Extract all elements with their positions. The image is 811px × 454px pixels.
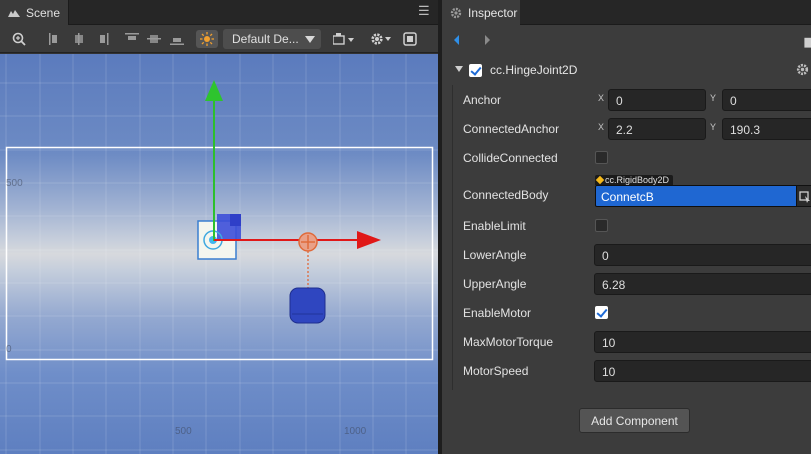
panel-menu-icon[interactable]: ☰: [418, 4, 430, 17]
align-middle-icon: [147, 35, 161, 43]
tab-scene-label: Scene: [26, 5, 61, 20]
scene-viewport[interactable]: 500 0 500 1000: [0, 54, 438, 454]
prop-row-enable-limit: EnableLimit: [453, 211, 811, 240]
connected-anchor-y-tag: Y: [710, 123, 717, 134]
align-bottom-button[interactable]: [169, 30, 185, 48]
align-center-h-icon: [75, 33, 83, 45]
scene-icon: [8, 9, 20, 17]
component-enabled-checkbox[interactable]: [469, 64, 482, 77]
tab-scene[interactable]: Scene: [0, 0, 70, 25]
prop-label-connected-body: ConnectedBody: [463, 188, 549, 202]
anchor-y-input[interactable]: 0: [722, 89, 811, 111]
prop-row-motor-speed: MotorSpeed 10: [453, 356, 811, 385]
prop-row-enable-motor: EnableMotor: [453, 298, 811, 327]
component-type-icon: [595, 175, 605, 185]
inspector-tabbar: Inspector: [442, 0, 811, 25]
collide-connected-checkbox[interactable]: [595, 151, 608, 164]
camera-dropdown[interactable]: Default De...: [223, 29, 321, 49]
camera-icon: [333, 33, 354, 45]
prop-row-max-motor-torque: MaxMotorTorque 10: [453, 327, 811, 356]
align-left-button[interactable]: [48, 30, 64, 48]
align-center-h-button[interactable]: [71, 30, 87, 48]
align-right-icon: [100, 33, 109, 45]
anchor-x-input[interactable]: 0: [608, 89, 706, 111]
connected-body-type-tag: cc.RigidBody2D: [595, 175, 674, 185]
prop-label-connected-anchor: ConnectedAnchor: [463, 122, 560, 136]
prop-label-lower-angle: LowerAngle: [463, 248, 527, 262]
settings-button[interactable]: [369, 30, 393, 48]
node-b-sprite[interactable]: [289, 287, 326, 324]
component-title: cc.HingeJoint2D: [490, 63, 578, 77]
gizmo-x-arrow[interactable]: [357, 231, 381, 249]
prop-label-max-motor-torque: MaxMotorTorque: [463, 335, 554, 349]
align-right-button[interactable]: [94, 30, 110, 48]
lower-angle-input[interactable]: 0: [594, 244, 811, 266]
prop-label-enable-motor: EnableMotor: [463, 306, 532, 320]
axis-label-y-0: 0: [6, 344, 12, 355]
sun-icon: [200, 32, 214, 46]
scene-toolbar: Default De...: [0, 25, 440, 53]
component-properties: Anchor X 0 Y 0 ConnectedAnchor X 2.2 Y 1…: [452, 85, 811, 390]
layout-icon: [403, 32, 417, 46]
gear-icon: [371, 33, 391, 45]
prop-label-upper-angle: UpperAngle: [463, 277, 527, 291]
picker-icon: [799, 191, 810, 203]
align-middle-button[interactable]: [146, 30, 162, 48]
upper-angle-input[interactable]: 6.28: [594, 273, 811, 295]
prop-row-connected-anchor: ConnectedAnchor X 2.2 Y 190.3: [453, 114, 811, 143]
connected-body-field[interactable]: ConnetcB: [595, 185, 803, 207]
axis-label-y-500: 500: [6, 178, 23, 189]
anchor-x-tag: X: [598, 94, 605, 105]
scene-tabbar: Scene ☰: [0, 0, 440, 25]
tab-inspector[interactable]: Inspector: [442, 0, 520, 25]
fold-chevron-icon[interactable]: [455, 66, 463, 72]
enable-limit-checkbox[interactable]: [595, 219, 608, 232]
prop-label-anchor: Anchor: [463, 93, 502, 107]
prop-label-motor-speed: MotorSpeed: [463, 364, 529, 378]
anchor-y-tag: Y: [710, 94, 717, 105]
align-left-icon: [49, 33, 57, 45]
align-bottom-icon: [170, 38, 184, 45]
prop-row-collide-connected: CollideConnected: [453, 143, 811, 172]
prop-row-lower-angle: LowerAngle 0: [453, 240, 811, 269]
prop-label-collide-connected: CollideConnected: [463, 151, 558, 165]
zoom-icon: [12, 32, 26, 46]
align-top-button[interactable]: [124, 30, 140, 48]
motor-speed-input[interactable]: 10: [594, 360, 811, 382]
lock-icon[interactable]: [804, 35, 811, 49]
connected-anchor-x-tag: X: [598, 123, 605, 134]
layout-button[interactable]: [402, 30, 418, 48]
prop-label-enable-limit: EnableLimit: [463, 219, 526, 233]
back-arrow-icon[interactable]: [451, 33, 463, 47]
screenshot-button[interactable]: [332, 30, 356, 48]
camera-dropdown-value: Default De...: [232, 32, 299, 46]
connected-body-type: cc.RigidBody2D: [605, 175, 670, 185]
enable-motor-checkbox[interactable]: [595, 306, 608, 319]
tab-inspector-label: Inspector: [468, 5, 518, 20]
align-top-icon: [125, 33, 139, 40]
add-component-button[interactable]: Add Component: [579, 408, 690, 433]
inspector-panel: Inspector cc.HingeJoint2D Anchor X 0 Y 0…: [442, 0, 811, 454]
axis-label-x-500: 500: [175, 426, 192, 437]
connected-body-picker-button[interactable]: [796, 185, 811, 207]
component-header[interactable]: cc.HingeJoint2D: [442, 59, 811, 83]
inspector-nav: [442, 25, 811, 55]
scene-panel: Scene ☰ Default De... 500 0 500 1000: [0, 0, 440, 454]
prop-row-upper-angle: UpperAngle 6.28: [453, 269, 811, 298]
axis-label-x-1000: 1000: [344, 426, 367, 437]
scene-canvas: [0, 54, 438, 454]
chevron-down-icon: [305, 35, 315, 43]
max-motor-torque-input[interactable]: 10: [594, 331, 811, 353]
connected-anchor-y-input[interactable]: 190.3: [722, 118, 811, 140]
prop-row-anchor: Anchor X 0 Y 0: [453, 85, 811, 114]
gizmo-toggle-button[interactable]: [196, 30, 218, 48]
zoom-fit-button[interactable]: [10, 30, 28, 48]
gear-icon: [450, 7, 462, 18]
forward-arrow-icon[interactable]: [481, 33, 493, 47]
component-settings-gear-icon[interactable]: [796, 63, 809, 76]
connected-anchor-x-input[interactable]: 2.2: [608, 118, 706, 140]
